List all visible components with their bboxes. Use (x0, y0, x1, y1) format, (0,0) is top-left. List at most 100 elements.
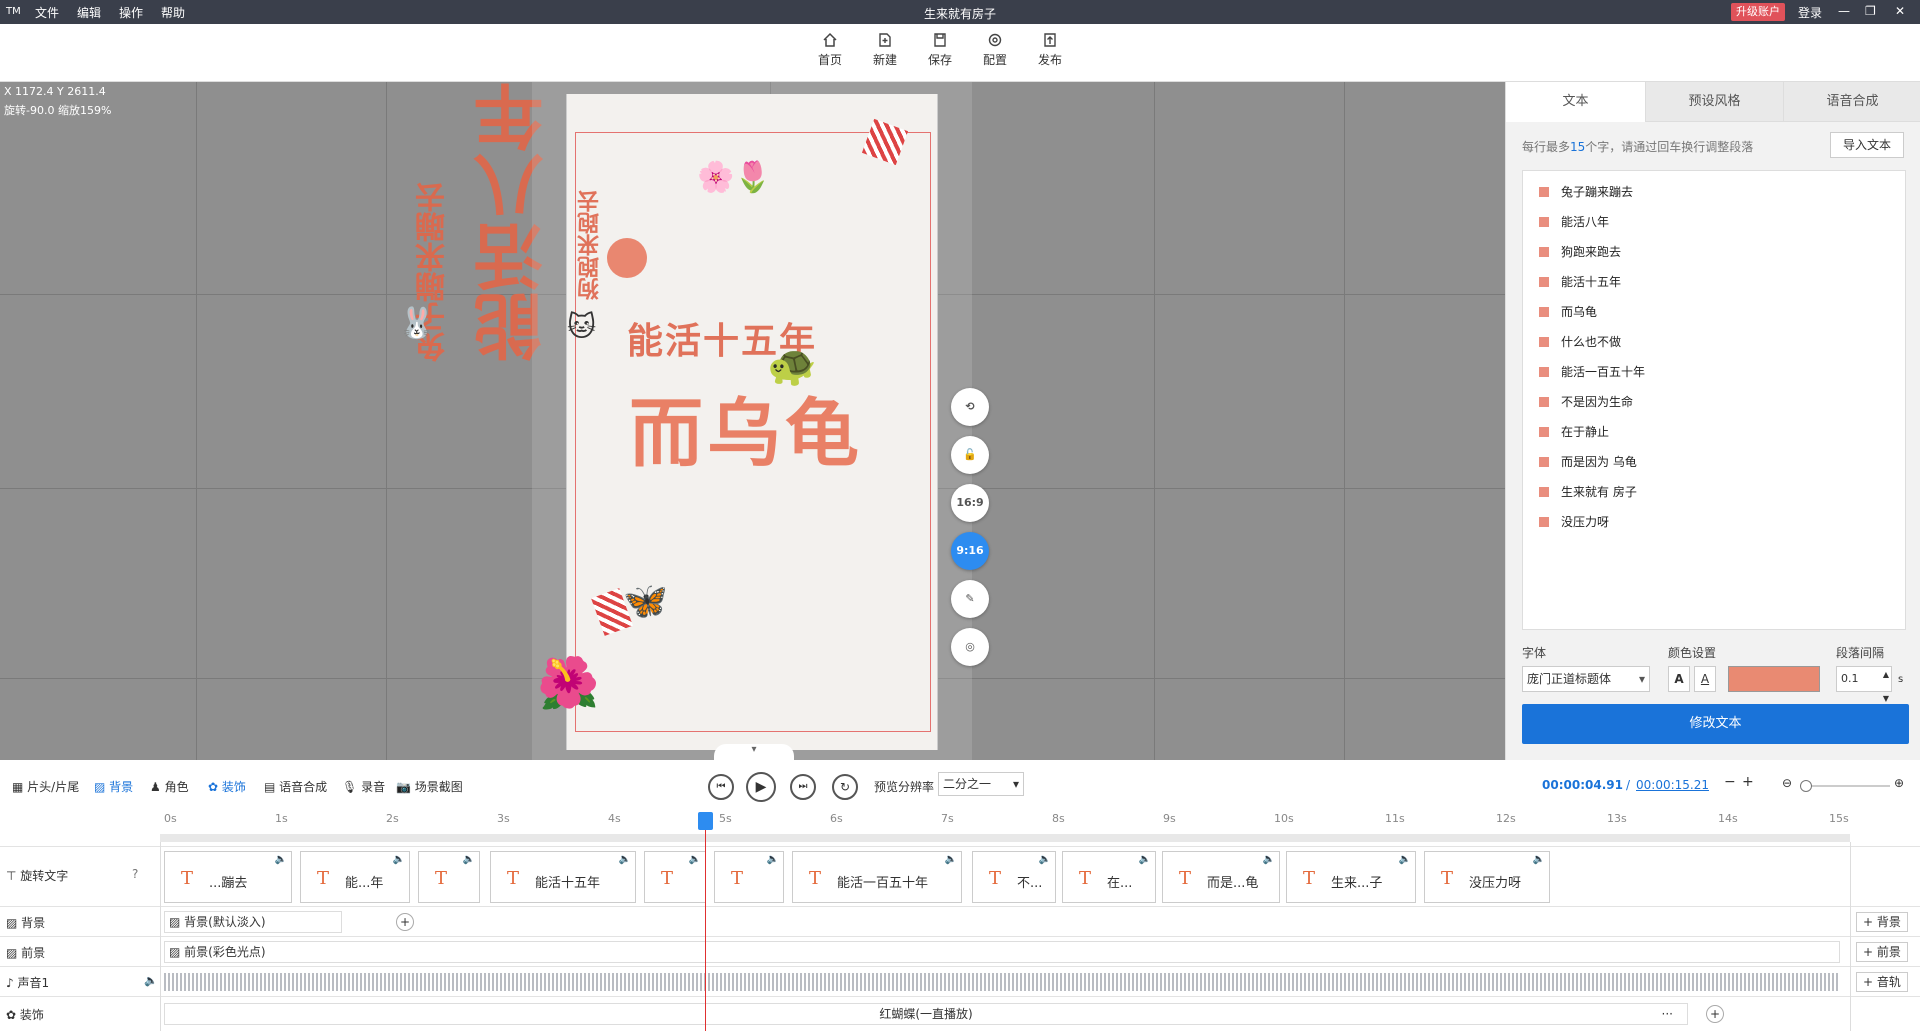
minus-icon[interactable]: − (1724, 774, 1736, 790)
close-icon[interactable]: ✕ (1895, 4, 1905, 18)
list-item[interactable]: 不是因为生命 (1539, 393, 1633, 413)
dog-text-element[interactable]: 狗跑来跑去 (575, 190, 607, 300)
list-item[interactable]: 生来就有 房子 (1539, 483, 1637, 503)
volume-icon: 🔈 (1532, 854, 1545, 865)
text-stroke-icon[interactable]: A (1694, 666, 1716, 692)
replay-icon[interactable]: ↻ (832, 774, 858, 800)
zoom-slider[interactable] (1800, 780, 1890, 792)
list-item[interactable]: 而是因为 乌龟 (1539, 453, 1637, 473)
tab-voice-synthesis[interactable]: 语音合成 (1784, 82, 1920, 122)
iris-sticker[interactable]: 🌺 (537, 654, 599, 713)
add-audio-track-button[interactable]: + 音轨 (1856, 972, 1908, 992)
list-item[interactable]: 能活十五年 (1539, 273, 1621, 293)
cat-sticker[interactable]: 🐱 (567, 310, 611, 346)
butterfly-sticker[interactable]: 🦋 (623, 580, 668, 622)
tab-text[interactable]: 文本 (1506, 82, 1646, 122)
window-title: 生来就有房子 (923, 7, 996, 21)
modify-text-button[interactable]: 修改文本 (1522, 704, 1909, 744)
help-icon[interactable]: ? (132, 867, 138, 881)
play-icon[interactable]: ▶ (746, 772, 776, 802)
decoration-button[interactable]: ✿ 装饰 (208, 778, 246, 795)
text-clip[interactable]: T 生来...子 🔈 (1286, 851, 1416, 903)
scene-screenshot-button[interactable]: 📷 场景截图 (396, 778, 463, 795)
tab-preset-style[interactable]: 预设风格 (1646, 82, 1784, 122)
vertical-preview-frame[interactable]: 狗跑来跑去 🐱 能活十五年 🐢 而乌龟 🌸🌷 🦋 🌺 (537, 94, 938, 750)
playhead[interactable] (705, 812, 706, 1031)
playhead-handle[interactable] (698, 812, 713, 830)
list-item[interactable]: 能活一百五十年 (1539, 363, 1645, 383)
font-select[interactable]: 庞门正道标题体 ▾ (1522, 666, 1650, 692)
flower-sticker[interactable]: 🌸🌷 (697, 160, 772, 195)
import-text-button[interactable]: 导入文本 (1830, 132, 1904, 158)
text-fill-icon[interactable]: A (1668, 666, 1690, 692)
add-foreground-button[interactable]: + 前景 (1856, 942, 1908, 962)
rotate-control[interactable]: ⟲ (951, 388, 989, 426)
background-clip[interactable]: ▨ 背景(默认淡入) (164, 911, 342, 933)
preview-resolution-select[interactable]: 二分之一 ▾ (938, 772, 1024, 796)
text-clip[interactable]: T 能活一百五十年 🔈 (792, 851, 962, 903)
text-clip[interactable]: T ...蹦去 🔈 (164, 851, 292, 903)
list-item[interactable]: 而乌龟 (1539, 303, 1597, 323)
prev-icon[interactable]: ⏮ (708, 774, 734, 800)
foreground-button[interactable]: ▨ 背景 (94, 778, 133, 795)
text-clip-icon: T (507, 868, 520, 889)
color-swatch[interactable] (1728, 666, 1820, 692)
text-clip[interactable]: T 而是...龟 🔈 (1162, 851, 1280, 903)
text-clip[interactable]: T 能活十五年 🔈 (490, 851, 636, 903)
settings-control[interactable]: ◎ (951, 628, 989, 666)
home-button[interactable]: 首页 (808, 32, 852, 68)
timeline-scrollbar[interactable] (160, 834, 1850, 842)
audio-waveform[interactable] (164, 973, 1840, 991)
new-button[interactable]: 新建 (863, 32, 907, 68)
text-clip[interactable]: T 🔈 (418, 851, 480, 903)
text-clip[interactable]: T 不... 🔈 (972, 851, 1056, 903)
list-item[interactable]: 能活八年 (1539, 213, 1609, 233)
edit-control[interactable]: ✎ (951, 580, 989, 618)
add-background-button[interactable]: + 背景 (1856, 912, 1908, 932)
foreground-clip[interactable]: ▨ 前景(彩色光点) (164, 941, 1840, 963)
eight-years-text-element[interactable]: 能活八年 (473, 82, 555, 362)
collapse-handle[interactable]: ▾ (714, 744, 794, 760)
list-item[interactable]: 兔子蹦来蹦去 (1539, 183, 1633, 203)
record-button[interactable]: 🎙 录音 (342, 778, 385, 795)
publish-button[interactable]: 发布 (1028, 32, 1072, 68)
volume-icon[interactable]: 🔈 (144, 974, 158, 987)
ruler-tick: 3s (497, 812, 510, 825)
text-clip[interactable]: T 在... 🔈 (1062, 851, 1156, 903)
decoration-clip[interactable]: 红蝴蝶(一直播放) ··· (164, 1003, 1688, 1025)
text-clip[interactable]: T 🔈 (644, 851, 706, 903)
list-item[interactable]: 什么也不做 (1539, 333, 1621, 353)
ratio-16-9-button[interactable]: 16:9 (951, 484, 989, 522)
intro-outro-button[interactable]: ▦ 片头/片尾 (12, 778, 79, 795)
add-icon[interactable]: + (396, 913, 414, 931)
config-button[interactable]: 配置 (973, 32, 1017, 68)
editor-canvas[interactable]: X 1172.4 Y 2611.4 旋转-90.0 缩放159% 兔子蹦来蹦去 … (0, 82, 1505, 760)
rabbit-sticker[interactable]: 🐰 (398, 306, 448, 346)
text-lines-list[interactable]: 兔子蹦来蹦去 能活八年 狗跑来跑去 能活十五年 而乌龟 什么也不做 能活一百五十… (1522, 170, 1906, 630)
spacing-stepper[interactable]: 0.1 ▲ ▼ (1836, 666, 1892, 703)
zoom-out-icon[interactable]: ⊖ (1782, 776, 1792, 790)
upgrade-button[interactable]: 升级账户 (1731, 3, 1785, 21)
time-separator: / (1626, 778, 1631, 792)
turtle-text-element[interactable]: 而乌龟 (629, 374, 863, 481)
zoom-in-icon[interactable]: ⊕ (1894, 776, 1904, 790)
add-icon[interactable]: + (1706, 1005, 1724, 1023)
text-clip-icon: T (1079, 868, 1092, 889)
restore-icon[interactable]: ❐ (1865, 4, 1876, 18)
color-label: 颜色设置 (1668, 646, 1717, 660)
login-link[interactable]: 登录 (1798, 4, 1822, 21)
text-clip[interactable]: T 能...年 🔈 (300, 851, 410, 903)
character-button[interactable]: ♟ 角色 (150, 778, 189, 795)
list-item[interactable]: 在于静止 (1539, 423, 1609, 443)
list-item[interactable]: 狗跑来跑去 (1539, 243, 1621, 263)
plus-icon[interactable]: + (1742, 774, 1754, 790)
minimize-icon[interactable]: — (1838, 4, 1850, 18)
next-icon[interactable]: ⏭ (790, 774, 816, 800)
voice-synthesis-button[interactable]: ▤ 语音合成 (264, 778, 327, 795)
lock-control[interactable]: 🔓 (951, 436, 989, 474)
list-item[interactable]: 没压力呀 (1539, 513, 1609, 533)
ratio-9-16-button[interactable]: 9:16 (951, 532, 989, 570)
save-button[interactable]: 保存 (918, 32, 962, 68)
text-clip[interactable]: T 没压力呀 🔈 (1424, 851, 1550, 903)
text-clip[interactable]: T 🔈 (714, 851, 784, 903)
